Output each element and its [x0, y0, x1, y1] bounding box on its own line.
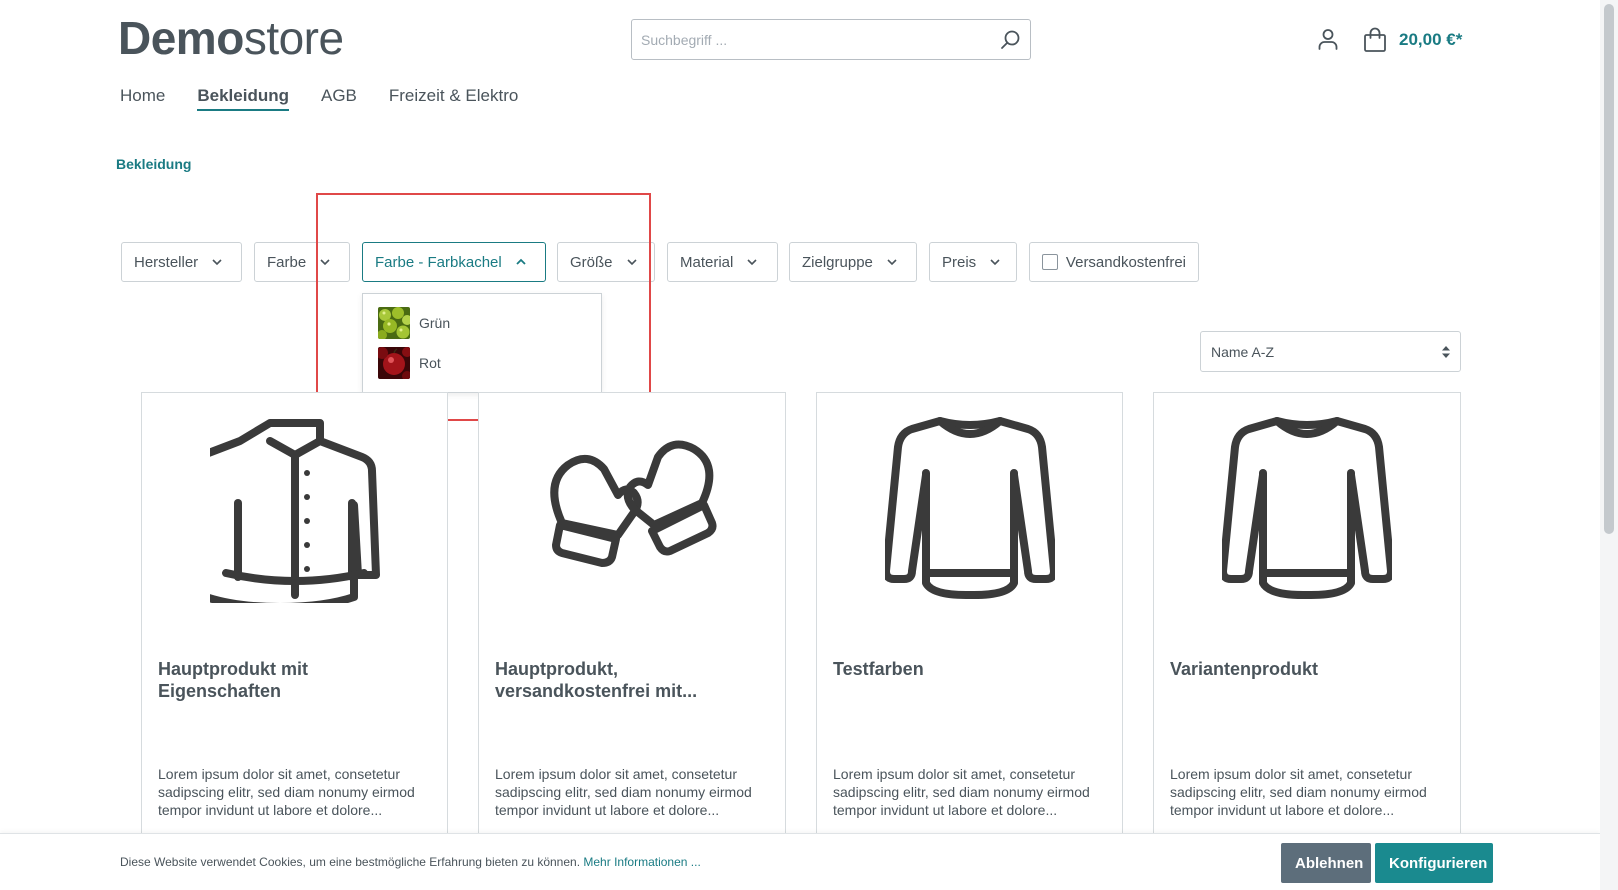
search-input[interactable]: [632, 20, 982, 59]
cart-total: 20,00 €*: [1399, 30, 1463, 49]
dropdown-option-label: Rot: [419, 355, 441, 371]
cookie-configure-button[interactable]: Konfigurieren: [1375, 843, 1493, 883]
search-icon[interactable]: [998, 28, 1022, 52]
product-card[interactable]: Hauptprodukt mit Eigenschaften Lorem ips…: [141, 392, 448, 852]
product-image[interactable]: [817, 413, 1122, 603]
chevron-down-icon: [212, 259, 222, 266]
product-title[interactable]: Hauptprodukt, versandkostenfrei mit...: [495, 658, 769, 702]
filter-label: Hersteller: [134, 253, 199, 271]
chevron-down-icon: [887, 259, 897, 266]
cookie-text-container: Diese Website verwendet Cookies, um eine…: [120, 855, 701, 869]
shopping-bag-icon: [1364, 27, 1386, 52]
search-box: [631, 19, 1031, 60]
nav-item-bekleidung[interactable]: Bekleidung: [197, 86, 289, 111]
cookie-text: Diese Website verwendet Cookies, um eine…: [120, 855, 581, 869]
nav-item-agb[interactable]: AGB: [321, 86, 357, 111]
versandkostenfrei-checkbox[interactable]: [1042, 254, 1058, 270]
select-arrows-icon: [1442, 346, 1450, 358]
chevron-down-icon: [747, 259, 757, 266]
filter-hersteller[interactable]: Hersteller: [121, 242, 242, 282]
filter-versandkostenfrei[interactable]: Versandkostenfrei: [1029, 242, 1199, 282]
chevron-down-icon: [626, 259, 637, 266]
filter-label: Farbe - Farbkachel: [375, 253, 502, 271]
product-card[interactable]: Hauptprodukt, versandkostenfrei mit... L…: [478, 392, 786, 852]
filter-preis[interactable]: Preis: [929, 242, 1017, 282]
product-description: Lorem ipsum dolor sit amet, consetetur s…: [495, 766, 752, 818]
filter-label: Farbe: [267, 253, 307, 271]
nav-item-freizeit-elektro[interactable]: Freizeit & Elektro: [389, 86, 518, 111]
mittens-icon: [550, 440, 717, 567]
filter-zielgruppe[interactable]: Zielgruppe: [789, 242, 917, 282]
filter-label: Zielgruppe: [802, 253, 873, 271]
sweater-icon: [1222, 417, 1392, 599]
filter-material[interactable]: Material: [667, 242, 778, 282]
main-navigation: Home Bekleidung AGB Freizeit & Elektro: [120, 86, 550, 111]
product-title[interactable]: Hauptprodukt mit Eigenschaften: [158, 658, 431, 702]
farbkachel-dropdown: Grün Rot: [362, 293, 602, 393]
filter-farbe-farbkachel[interactable]: Farbe - Farbkachel: [362, 242, 546, 282]
product-description: Lorem ipsum dolor sit amet, consetetur s…: [158, 766, 415, 818]
cookie-more-info-link[interactable]: Mehr Informationen ...: [583, 855, 700, 869]
chevron-down-icon: [990, 259, 1000, 266]
sweater-icon: [884, 417, 1055, 599]
scrollbar-thumb[interactable]: [1604, 4, 1614, 534]
sort-select[interactable]: Name A-Z: [1200, 331, 1461, 372]
filter-label: Größe: [570, 253, 613, 271]
red-apples-swatch: [378, 347, 410, 379]
store-logo[interactable]: Demostore: [118, 12, 344, 64]
jacket-icon: [209, 419, 380, 603]
sort-selected-value: Name A-Z: [1211, 343, 1275, 360]
filter-label: Versandkostenfrei: [1065, 253, 1186, 271]
logo-light-text: store: [243, 12, 344, 64]
green-apples-swatch: [378, 307, 410, 339]
page-scrollbar[interactable]: [1600, 0, 1618, 890]
cookie-bar: Diese Website verwendet Cookies, um eine…: [0, 833, 1600, 890]
filter-groesse[interactable]: Größe: [557, 242, 655, 282]
cookie-decline-button[interactable]: Ablehnen: [1281, 843, 1371, 883]
product-description: Lorem ipsum dolor sit amet, consetetur s…: [1170, 766, 1427, 818]
product-title[interactable]: Testfarben: [833, 658, 1106, 680]
product-image[interactable]: [1154, 413, 1460, 603]
breadcrumb[interactable]: Bekleidung: [116, 156, 191, 172]
filter-farbe[interactable]: Farbe: [254, 242, 350, 282]
dropdown-option-rot[interactable]: Rot: [363, 343, 601, 383]
product-title[interactable]: Variantenprodukt: [1170, 658, 1444, 680]
dropdown-option-gruen[interactable]: Grün: [363, 303, 601, 343]
product-card[interactable]: Testfarben Lorem ipsum dolor sit amet, c…: [816, 392, 1123, 852]
cart-button[interactable]: 20,00 €*: [1363, 26, 1462, 54]
chevron-up-icon: [516, 258, 526, 265]
product-card[interactable]: Variantenprodukt Lorem ipsum dolor sit a…: [1153, 392, 1461, 852]
filter-label: Preis: [942, 253, 977, 271]
dropdown-option-label: Grün: [419, 315, 451, 331]
logo-bold-text: Demo: [118, 12, 244, 64]
filter-label: Material: [680, 253, 734, 271]
account-icon[interactable]: [1316, 27, 1340, 51]
chevron-down-icon: [320, 259, 330, 266]
nav-item-home[interactable]: Home: [120, 86, 165, 111]
product-image[interactable]: [142, 413, 447, 603]
product-description: Lorem ipsum dolor sit amet, consetetur s…: [833, 766, 1090, 818]
product-image[interactable]: [479, 413, 785, 603]
